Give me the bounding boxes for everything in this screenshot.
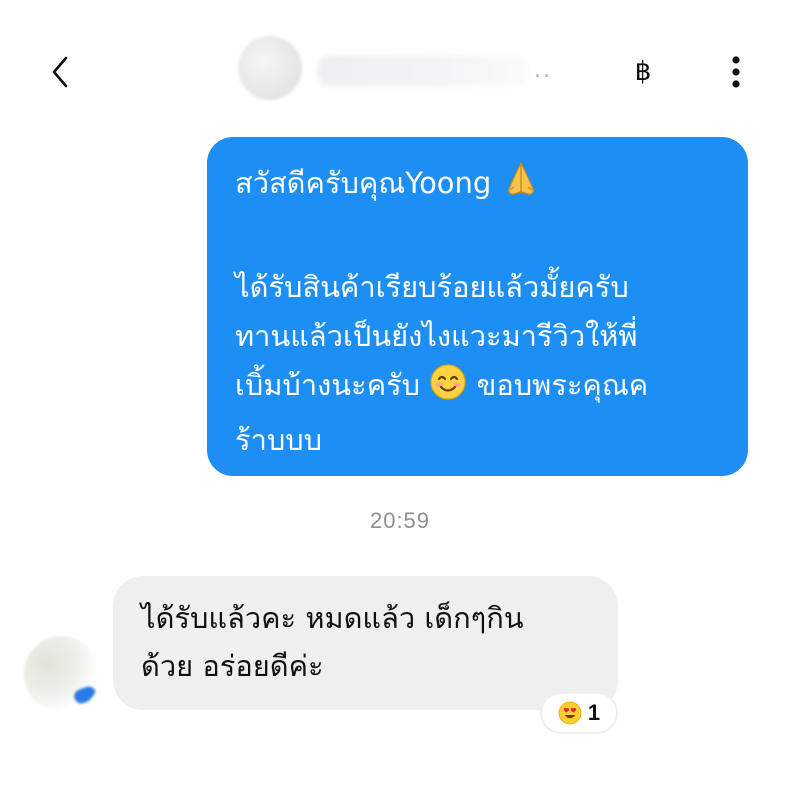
more-vertical-icon (732, 56, 740, 88)
chat-header: .. ฿ (0, 0, 800, 140)
chat-screen: .. ฿ สวัสดีครับคุณYoong ได้รับสินค้าเรีย… (0, 0, 800, 800)
sender-avatar[interactable] (24, 636, 100, 712)
reaction-count: 1 (587, 700, 601, 725)
folded-hands-emoji-icon (501, 159, 541, 214)
avatar-detail (72, 684, 98, 706)
contact-name-blurred[interactable] (318, 56, 528, 86)
message-timestamp: 20:59 (369, 508, 431, 533)
message-reaction[interactable]: 1 (540, 692, 618, 734)
more-options-button[interactable] (722, 52, 750, 92)
outgoing-message-bubble[interactable]: สวัสดีครับคุณYoong ได้รับสินค้าเรียบร้อย… (207, 137, 748, 476)
chevron-left-icon (52, 56, 68, 88)
back-button[interactable] (44, 52, 80, 92)
smiling-face-emoji-icon (429, 363, 467, 416)
contact-avatar[interactable] (238, 36, 302, 100)
contact-name-ellipsis: .. (534, 58, 552, 83)
incoming-message-bubble[interactable]: ได้รับแล้วคะ หมดแล้ว เด็กๆกิน ด้วย อร่อย… (113, 576, 618, 710)
heart-eyes-emoji-icon (558, 701, 582, 725)
payment-baht-button[interactable]: ฿ (626, 52, 660, 92)
outgoing-message-line1: สวัสดีครับคุณYoong (235, 166, 501, 200)
